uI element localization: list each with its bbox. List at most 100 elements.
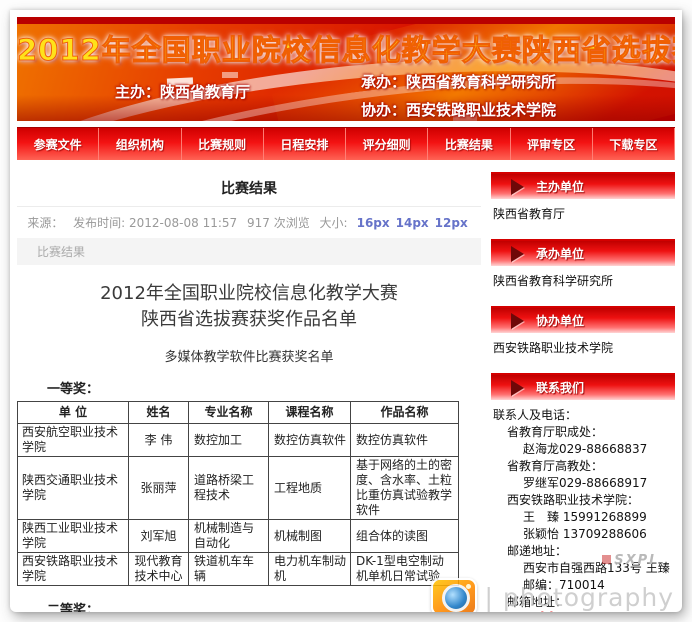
table-row: 西安铁路职业技术学院现代教育技术中心铁道机车车辆电力机车制动机DK-1型电空制动… [18, 553, 459, 586]
source-label: 来源： [27, 216, 63, 230]
font-size-options: 16px 14px 12px [354, 216, 471, 230]
sidebar-line: 王 臻 15991268899 [493, 510, 673, 525]
banner-host-label: 主办：陕西省教育厅 [115, 81, 250, 102]
sidebar-line: 邮编：710014 [493, 578, 673, 593]
sidebar-line: 省教育厅职成处： [493, 425, 673, 440]
sidebar-line: 邮递地址： [493, 544, 673, 559]
content: 比赛结果 来源： 发布时间: 2012-08-08 11:57 917 次浏览 … [17, 172, 675, 612]
table-cell: 西安铁路职业技术学院 [18, 553, 129, 586]
page-title: 比赛结果 [17, 178, 481, 198]
banner-title: 2012年全国职业院校信息化教学大赛陕西省选拔赛 [17, 27, 675, 69]
table-cell: 现代教育技术中心 [129, 553, 189, 586]
page: 2012年全国职业院校信息化教学大赛陕西省选拔赛 主办：陕西省教育厅 承办：陕西… [10, 10, 682, 612]
sidebar: 主办单位陕西省教育厅承办单位陕西省教育科学研究所协办单位西安铁路职业技术学院联系… [491, 172, 675, 612]
sidebar-section-body: 联系人及电话： 省教育厅职成处： 赵海龙029-88668837 省教育厅高教处： 罗继… [491, 400, 675, 612]
sidebar-section-协办单位: 协办单位西安铁路职业技术学院 [491, 306, 675, 360]
site-banner: 2012年全国职业院校信息化教学大赛陕西省选拔赛 主办：陕西省教育厅 承办：陕西… [17, 17, 675, 121]
nav-item-参赛文件[interactable]: 参赛文件 [17, 128, 99, 160]
sidebar-line: 邮箱地址：sxgxjds@126.com [493, 595, 673, 612]
play-triangle-icon [511, 246, 524, 262]
play-triangle-icon [511, 380, 524, 396]
sidebar-section-联系我们: 联系我们联系人及电话： 省教育厅职成处： 赵海龙029-88668837 省教育厅高教… [491, 373, 675, 612]
sidebar-line: 罗继军029-88668917 [493, 476, 673, 491]
second-prize-label: 二等奖： [47, 599, 481, 612]
first-prize-table: 单 位姓名专业名称课程名称作品名称西安航空职业技术学院李 伟数控加工数控仿真软件… [17, 401, 459, 586]
sidebar-section-body: 陕西省教育科学研究所 [491, 266, 675, 293]
sidebar-line: 西安市自强西路133号 王臻 [493, 561, 673, 576]
column-header: 单 位 [18, 402, 129, 424]
table-cell: DK-1型电空制动机单机日常试验 [351, 553, 459, 586]
publish-time: 发布时间: 2012-08-08 11:57 [73, 216, 237, 230]
table-cell: 数控加工 [189, 424, 269, 457]
sidebar-line: 赵海龙029-88668837 [493, 442, 673, 457]
main-column: 比赛结果 来源： 发布时间: 2012-08-08 11:57 917 次浏览 … [17, 172, 481, 612]
nav-item-日程安排[interactable]: 日程安排 [264, 128, 346, 160]
table-cell: 数控仿真软件 [351, 424, 459, 457]
nav-item-比赛结果[interactable]: 比赛结果 [428, 128, 510, 160]
article-heading: 2012年全国职业院校信息化教学大赛 陕西省选拔赛获奖作品名单 [17, 281, 481, 333]
sidebar-section-header: 主办单位 [491, 172, 675, 199]
font-size-link-14px[interactable]: 14px [396, 216, 429, 230]
banner-organizer-label: 承办：陕西省教育科学研究所 [361, 68, 556, 96]
table-cell: 机械制图 [269, 520, 351, 553]
first-prize-label: 一等奖： [47, 378, 481, 397]
sidebar-line: 省教育厅高教处： [493, 459, 673, 474]
table-row: 陕西交通职业技术学院张丽萍道路桥梁工程技术工程地质基于网络的土的密度、含水率、土… [18, 457, 459, 520]
table-row: 陕西工业职业技术学院刘军旭机械制造与自动化机械制图组合体的读图 [18, 520, 459, 553]
email-link[interactable]: sxgxjds@126.com [507, 610, 635, 612]
sidebar-line: 西安铁路职业技术学院： [493, 493, 673, 508]
sidebar-section-body: 西安铁路职业技术学院 [491, 333, 675, 360]
table-cell: 张丽萍 [129, 457, 189, 520]
sidebar-section-title: 承办单位 [536, 245, 584, 262]
table-cell: 陕西工业职业技术学院 [18, 520, 129, 553]
article-subtitle: 多媒体教学软件比赛获奖名单 [17, 346, 481, 365]
table-cell: 数控仿真软件 [269, 424, 351, 457]
article-heading-line2: 陕西省选拔赛获奖作品名单 [17, 307, 481, 333]
sidebar-section-header: 承办单位 [491, 239, 675, 266]
sidebar-section-title: 主办单位 [536, 178, 584, 195]
article-meta: 来源： 发布时间: 2012-08-08 11:57 917 次浏览 大小: 16… [17, 206, 481, 231]
play-triangle-icon [511, 179, 524, 195]
nav-item-评审专区[interactable]: 评审专区 [511, 128, 593, 160]
table-cell: 陕西交通职业技术学院 [18, 457, 129, 520]
table-cell: 电力机车制动机 [269, 553, 351, 586]
banner-organizers: 承办：陕西省教育科学研究所 协办：西安铁路职业技术学院 [361, 68, 556, 121]
table-row: 西安航空职业技术学院李 伟数控加工数控仿真软件数控仿真软件 [18, 424, 459, 457]
view-count: 917 次浏览 [247, 216, 310, 230]
table-header-row: 单 位姓名专业名称课程名称作品名称 [18, 402, 459, 424]
banner-co-organizer-label: 协办：西安铁路职业技术学院 [361, 96, 556, 121]
column-header: 姓名 [129, 402, 189, 424]
sidebar-section-header: 协办单位 [491, 306, 675, 333]
column-header: 课程名称 [269, 402, 351, 424]
sidebar-section-承办单位: 承办单位陕西省教育科学研究所 [491, 239, 675, 293]
sidebar-section-header: 联系我们 [491, 373, 675, 400]
sidebar-line: 张颖怡 13709288606 [493, 527, 673, 542]
sidebar-section-title: 联系我们 [536, 379, 584, 396]
play-triangle-icon [511, 313, 524, 329]
nav-item-比赛规则[interactable]: 比赛规则 [182, 128, 264, 160]
sidebar-line: 陕西省教育厅 [493, 207, 673, 222]
font-size-link-12px[interactable]: 12px [435, 216, 468, 230]
table-cell: 工程地质 [269, 457, 351, 520]
table-cell: 铁道机车车辆 [189, 553, 269, 586]
banner-decoration [222, 72, 238, 78]
main-nav: 参赛文件组织机构比赛规则日程安排评分细则比赛结果评审专区下载专区 [17, 127, 675, 160]
sidebar-line: 联系人及电话： [493, 408, 673, 423]
table-cell: 道路桥梁工程技术 [189, 457, 269, 520]
font-size-link-16px[interactable]: 16px [357, 216, 390, 230]
nav-item-评分细则[interactable]: 评分细则 [346, 128, 428, 160]
sidebar-line: 陕西省教育科学研究所 [493, 274, 673, 289]
sidebar-section-title: 协办单位 [536, 312, 584, 329]
table-cell: 基于网络的土的密度、含水率、土粒比重仿真试验教学软件 [351, 457, 459, 520]
table-cell: 刘军旭 [129, 520, 189, 553]
nav-item-下载专区[interactable]: 下载专区 [593, 128, 675, 160]
font-size-label: 大小: [320, 216, 348, 230]
table-cell: 李 伟 [129, 424, 189, 457]
breadcrumb: 比赛结果 [17, 238, 481, 265]
article-heading-line1: 2012年全国职业院校信息化教学大赛 [17, 281, 481, 307]
table-cell: 西安航空职业技术学院 [18, 424, 129, 457]
sidebar-section-body: 陕西省教育厅 [491, 199, 675, 226]
table-cell: 机械制造与自动化 [189, 520, 269, 553]
nav-item-组织机构[interactable]: 组织机构 [99, 128, 181, 160]
column-header: 作品名称 [351, 402, 459, 424]
